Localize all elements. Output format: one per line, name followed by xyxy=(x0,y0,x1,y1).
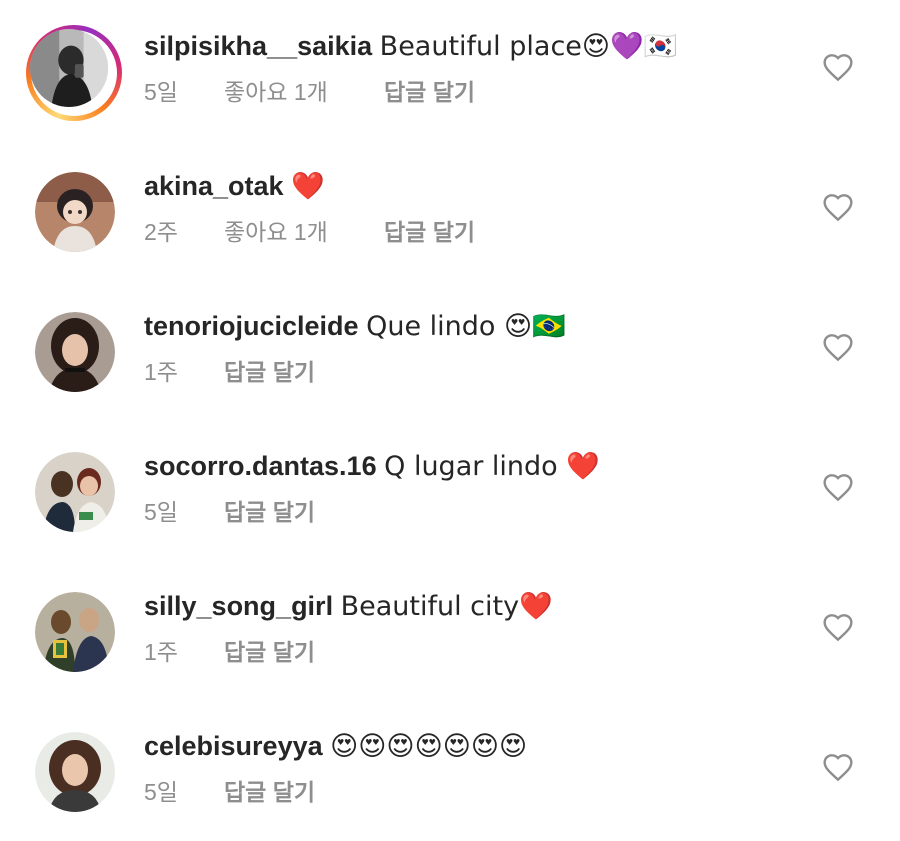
comment-meta: 1주 답글 달기 xyxy=(144,356,315,388)
heart-outline-icon[interactable] xyxy=(822,612,854,642)
comment-list: silpisikha__saikia Beautiful place😍💜🇰🇷 5… xyxy=(0,0,900,841)
profile-photo-icon xyxy=(30,29,108,107)
comment-body: silpisikha__saikia Beautiful place😍💜🇰🇷 xyxy=(144,26,677,67)
comment-text: 😍😍😍😍😍😍😍 xyxy=(330,731,528,762)
comment-time: 1주 xyxy=(144,359,178,385)
reply-button[interactable]: 답글 달기 xyxy=(224,636,315,668)
comment-username[interactable]: celebisureyya xyxy=(144,731,323,761)
comment-time: 2주 xyxy=(144,219,178,245)
comment-body: akina_otak ❤️ xyxy=(144,166,325,207)
comment-item: silpisikha__saikia Beautiful place😍💜🇰🇷 5… xyxy=(0,0,900,140)
heart-outline-icon[interactable] xyxy=(822,52,854,82)
profile-photo-icon xyxy=(35,312,115,392)
comment-username[interactable]: silly_song_girl xyxy=(144,591,333,621)
comment-meta: 5일 좋아요 1개 답글 달기 xyxy=(144,76,475,108)
profile-photo-icon xyxy=(35,452,115,532)
comment-time: 1주 xyxy=(144,639,178,665)
comment-time: 5일 xyxy=(144,779,178,805)
comment-username[interactable]: socorro.dantas.16 xyxy=(144,451,377,481)
comment-item: socorro.dantas.16 Q lugar lindo ❤️ 5일 답글 … xyxy=(0,420,900,560)
comment-meta: 5일 답글 달기 xyxy=(144,776,315,808)
comment-username[interactable]: silpisikha__saikia xyxy=(144,31,372,61)
comment-body: celebisureyya 😍😍😍😍😍😍😍 xyxy=(144,726,527,767)
comment-body: silly_song_girl Beautiful city❤️ xyxy=(144,586,553,627)
heart-outline-icon[interactable] xyxy=(822,192,854,222)
avatar[interactable] xyxy=(35,732,115,812)
comment-username[interactable]: tenoriojucicleide xyxy=(144,311,359,341)
reply-button[interactable]: 답글 달기 xyxy=(384,76,475,108)
comment-body: socorro.dantas.16 Q lugar lindo ❤️ xyxy=(144,446,600,487)
comment-text: ❤️ xyxy=(291,171,325,202)
comment-meta: 2주 좋아요 1개 답글 달기 xyxy=(144,216,475,248)
comment-time: 5일 xyxy=(144,79,178,105)
avatar[interactable] xyxy=(35,172,115,252)
comment-likes-count[interactable]: 좋아요 1개 xyxy=(224,76,384,108)
profile-photo-icon xyxy=(35,732,115,812)
reply-button[interactable]: 답글 달기 xyxy=(224,356,315,388)
reply-button[interactable]: 답글 달기 xyxy=(224,496,315,528)
comment-body: tenoriojucicleide Que lindo 😍🇧🇷 xyxy=(144,306,566,347)
heart-outline-icon[interactable] xyxy=(822,472,854,502)
reply-button[interactable]: 답글 달기 xyxy=(224,776,315,808)
avatar[interactable] xyxy=(35,592,115,672)
comment-item: tenoriojucicleide Que lindo 😍🇧🇷 1주 답글 달기 xyxy=(0,280,900,420)
comment-time: 5일 xyxy=(144,499,178,525)
comment-item: akina_otak ❤️ 2주 좋아요 1개 답글 달기 xyxy=(0,140,900,280)
avatar[interactable] xyxy=(35,452,115,532)
comment-username[interactable]: akina_otak xyxy=(144,171,284,201)
heart-outline-icon[interactable] xyxy=(822,332,854,362)
comment-text: Q lugar lindo ❤️ xyxy=(384,451,600,482)
comment-meta: 5일 답글 달기 xyxy=(144,496,315,528)
avatar[interactable] xyxy=(35,312,115,392)
reply-button[interactable]: 답글 달기 xyxy=(384,216,475,248)
comment-text: Beautiful city❤️ xyxy=(340,591,553,622)
comment-item: silly_song_girl Beautiful city❤️ 1주 답글 달기 xyxy=(0,560,900,700)
profile-photo-icon xyxy=(35,172,115,252)
comment-item: celebisureyya 😍😍😍😍😍😍😍 5일 답글 달기 xyxy=(0,700,900,840)
heart-outline-icon[interactable] xyxy=(822,752,854,782)
comment-likes-count[interactable]: 좋아요 1개 xyxy=(224,216,384,248)
profile-photo-icon xyxy=(35,592,115,672)
comment-meta: 1주 답글 달기 xyxy=(144,636,315,668)
comment-text: Beautiful place😍💜🇰🇷 xyxy=(379,31,678,62)
avatar-story-ring[interactable] xyxy=(26,25,122,121)
comment-text: Que lindo 😍🇧🇷 xyxy=(366,311,566,342)
